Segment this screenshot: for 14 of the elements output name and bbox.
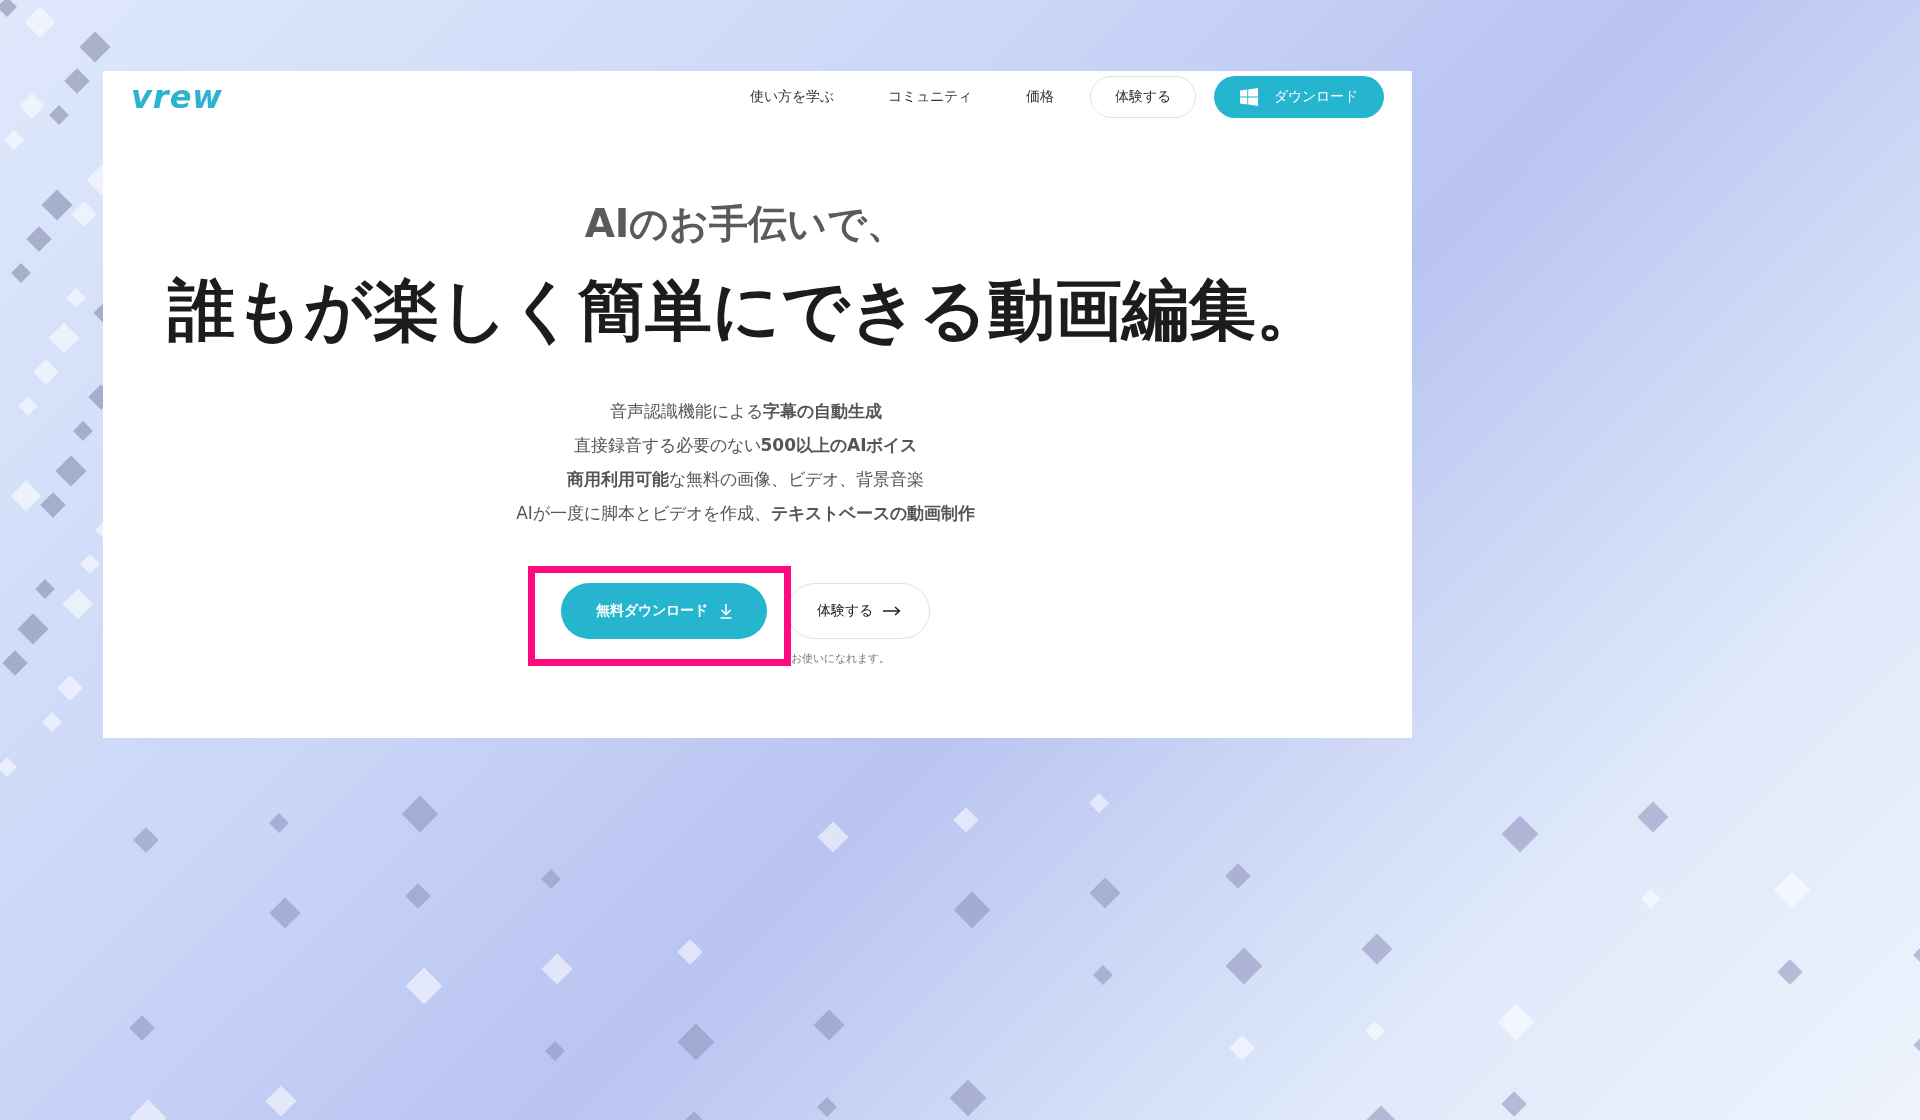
feature-line: 音声認識機能による字幕の自動生成 [609,400,882,423]
feature-line: 商用利用可能な無料の画像、ビデオ、背景音楽 [567,468,924,491]
hero-subtitle: AIのお手伝いで、 [584,200,907,248]
hero-title: 誰もが楽しく簡単にできる動画編集。 [168,270,1323,351]
trial-button[interactable]: 体験する [1090,76,1196,118]
feature-line: 直接録音する必要のない500以上のAIボイス [573,434,918,457]
feature-line: AIが一度に脚本とビデオを作成、テキストベースの動画制作 [516,502,975,525]
nav-link[interactable]: 価格 [1008,88,1072,106]
arrow-right-icon [882,606,901,616]
windows-icon [1240,88,1258,106]
download-icon [720,603,732,619]
nav-link[interactable]: コミュニティ [870,88,990,106]
nav-link[interactable]: 使い方を学ぶ [732,88,852,106]
availability-note: お使いになれます。 [791,651,890,666]
